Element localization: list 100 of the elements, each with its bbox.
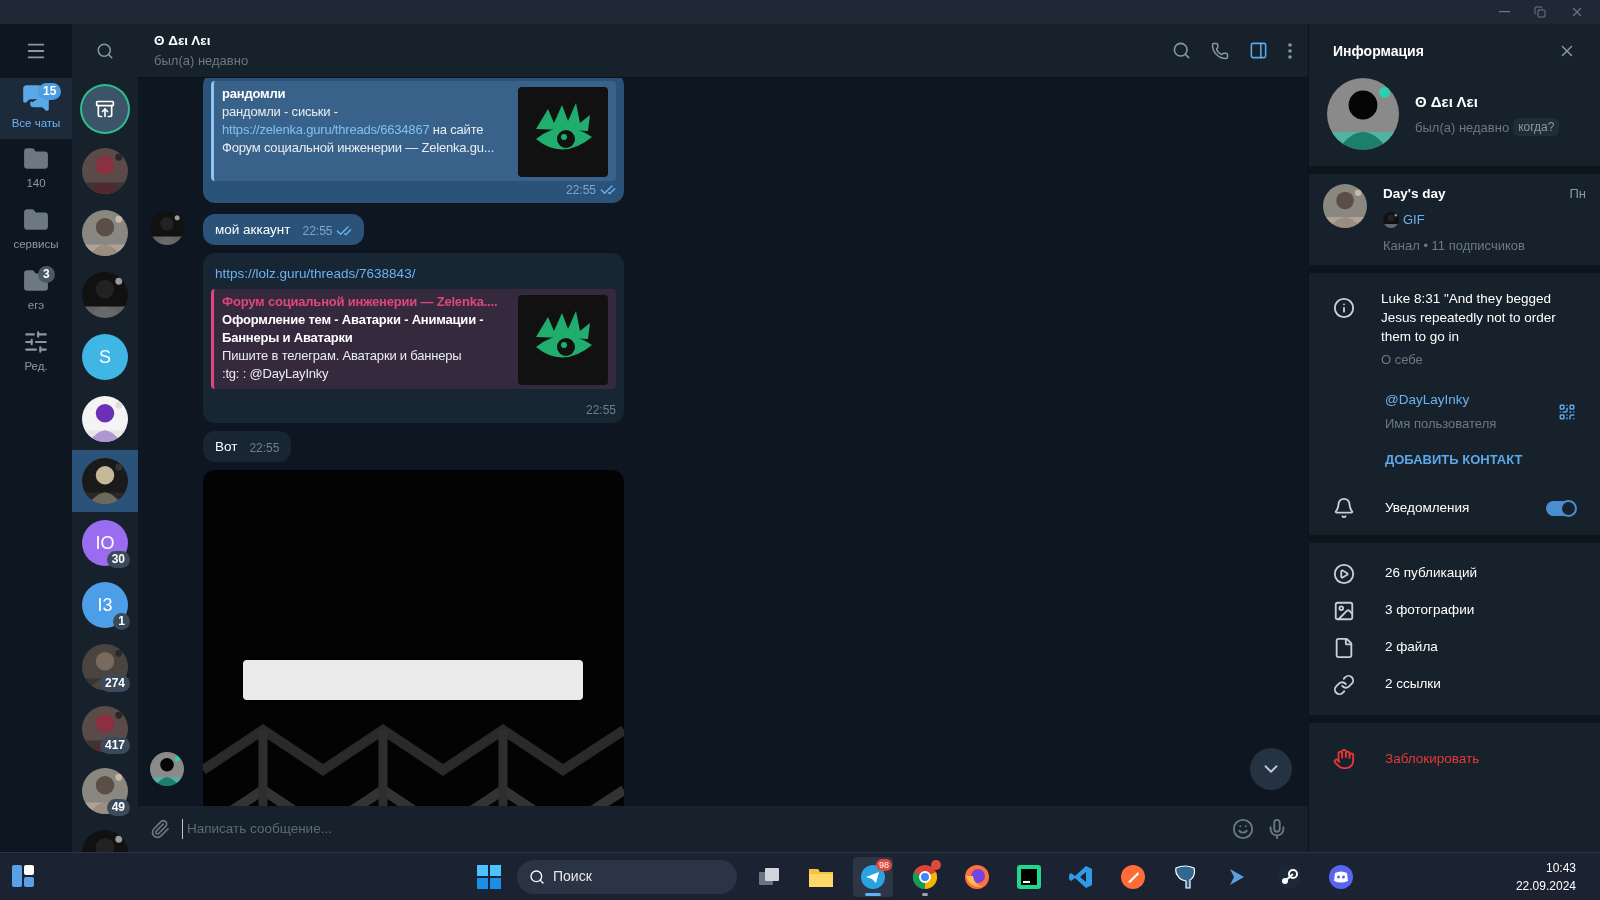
unread-badge: 417: [99, 737, 130, 754]
last-seen-chip[interactable]: когда?: [1513, 118, 1560, 137]
channel-meta: Канал • 11 подписчиков: [1383, 236, 1526, 255]
taskbar-search[interactable]: Поиск: [517, 859, 737, 894]
chat-item[interactable]: [72, 450, 138, 512]
restore-button[interactable]: [1534, 6, 1546, 18]
app-logo-icon: [1120, 863, 1146, 890]
folder-tab[interactable]: 15 Все чаты: [0, 78, 72, 139]
call-button[interactable]: [1211, 41, 1229, 60]
folder-tab[interactable]: 3 егэ: [0, 261, 72, 322]
unread-badge: 30: [106, 551, 130, 568]
running-indicator: [865, 892, 881, 896]
folder-tab[interactable]: сервисы: [0, 200, 72, 261]
search-icon: [529, 868, 545, 885]
unread-badge: 49: [106, 799, 130, 816]
more-button[interactable]: [1288, 42, 1292, 59]
link-preview[interactable]: рандомли рандомли - сиськи - https://zelenka.guru/threads/6634867 на сайте Форум социальной инженерии — Zelenka.gu...: [211, 80, 616, 181]
game-controller-icon: [1328, 863, 1354, 890]
notifications-label: Уведомления: [1384, 498, 1471, 517]
media-row[interactable]: 3 фотографии: [1309, 592, 1600, 629]
message-link[interactable]: https://lolz.guru/threads/7638843/: [211, 265, 420, 281]
media-row[interactable]: 2 файла: [1309, 629, 1600, 666]
media-row[interactable]: 2 ссылки: [1309, 666, 1600, 703]
notification-badge: 98: [876, 858, 892, 871]
hand-icon: [1333, 748, 1355, 770]
add-contact-button[interactable]: ДОБАВИТЬ КОНТАКТ: [1385, 449, 1523, 469]
channel-name: Day's day: [1383, 185, 1447, 203]
ide-icon: [1016, 863, 1042, 890]
phone-icon: [1211, 41, 1229, 60]
username-label: Имя пользователя: [1385, 415, 1498, 433]
bell-icon: [1333, 497, 1355, 519]
sliders-icon: [23, 329, 49, 356]
archive-icon: [95, 99, 115, 119]
preview-description: рандомли - сиськи - https://zelenka.guru/threads/6634867 на сайте Форум социальной инженерии — Zelenka.gu...: [222, 102, 496, 157]
link-preview[interactable]: Форум социальной инженерии — Zelenka.... Оформление тем - Аватарки - Анимации - Баннеры и Аватарки Пишите в телеграм. Аватарки и баннеры :tg: : @DayLayInky: [211, 288, 616, 389]
unread-badge: 1: [113, 613, 130, 630]
image-icon: [1333, 599, 1355, 622]
unread-badge: 3: [38, 266, 55, 283]
message-time: 22:55: [565, 181, 596, 199]
link-icon: [1333, 673, 1355, 696]
preview-description: Пишите в телеграм. Аватарки и баннеры :tg: : @DayLayInky: [222, 346, 463, 383]
search-icon: [96, 42, 114, 60]
folder-tab[interactable]: Ред.: [0, 322, 72, 383]
message-time: 22:55: [302, 222, 333, 240]
close-button[interactable]: [1570, 5, 1584, 19]
preview-site: Форум социальной инженерии — Zelenka....: [222, 292, 499, 311]
smile-icon: [1232, 818, 1254, 840]
username[interactable]: @DayLayInky: [1385, 389, 1558, 410]
message-text: мой аккаунт: [215, 220, 291, 239]
play-icon: [1333, 562, 1355, 585]
close-icon: [1570, 5, 1584, 19]
fox-browser-icon: [964, 863, 990, 890]
search-icon: [1172, 41, 1191, 60]
more-icon: [1288, 42, 1292, 59]
unread-badge: 274: [99, 675, 130, 692]
unread-badge: 15: [38, 83, 62, 100]
search-button[interactable]: [1172, 41, 1191, 60]
chat-item[interactable]: 274: [72, 636, 138, 698]
taskbar-app[interactable]: 98: [853, 856, 893, 897]
paperclip-icon: [150, 819, 170, 839]
chat-title: ʘ Δει Λει: [154, 31, 212, 50]
profile-name: ʘ Δει Λει: [1415, 92, 1479, 112]
channel-date: Пн: [1569, 185, 1586, 203]
letter-avatar: S: [82, 334, 128, 380]
chat-item[interactable]: IO 30: [72, 512, 138, 574]
channel-last-message: GIF: [1403, 211, 1425, 230]
folder-tab[interactable]: 140: [0, 139, 72, 200]
message-text: Вот: [215, 437, 238, 456]
side-panel-button[interactable]: [1249, 41, 1268, 60]
chat-status: был(а) недавно: [154, 51, 250, 70]
widgets-button[interactable]: [12, 864, 36, 889]
code-editor-icon: [1068, 863, 1094, 890]
qr-code-icon: [1558, 402, 1576, 421]
attach-button[interactable]: [150, 819, 170, 839]
message-time: 22:55: [585, 401, 616, 419]
emoji-button[interactable]: [1232, 818, 1254, 840]
clock-date: 22.09.2024: [1515, 877, 1576, 895]
minimize-button[interactable]: [1499, 11, 1510, 13]
panel-title: Информация: [1333, 41, 1425, 61]
preview-title: Оформление тем - Аватарки - Анимации - Баннеры и Аватарки: [222, 310, 485, 347]
notifications-toggle[interactable]: [1546, 500, 1576, 516]
bio-text: Luke 8:31 "And they begged Jesus repeatedly not to order them to go in: [1381, 290, 1557, 347]
info-icon: [1333, 297, 1355, 320]
chat-item[interactable]: 417: [72, 698, 138, 760]
running-indicator: [922, 892, 928, 896]
message-time: 22:55: [249, 440, 280, 457]
qr-code-button[interactable]: [1558, 402, 1576, 421]
media-row[interactable]: 26 публикаций: [1309, 555, 1600, 592]
bio-label: О себе: [1381, 351, 1424, 370]
profile-status: был(а) недавно: [1415, 118, 1510, 137]
panel-icon: [1249, 41, 1268, 60]
clock-time: 10:43: [1545, 859, 1576, 877]
restore-icon: [1534, 6, 1546, 18]
minimize-icon: [1499, 11, 1510, 13]
chat-item[interactable]: I3 1: [72, 574, 138, 636]
preview-title: рандомли: [222, 84, 287, 103]
chat-item[interactable]: 49: [72, 760, 138, 822]
browser-icon: [912, 863, 938, 890]
file-icon: [1333, 636, 1355, 659]
scroll-down-button[interactable]: [1250, 748, 1292, 790]
